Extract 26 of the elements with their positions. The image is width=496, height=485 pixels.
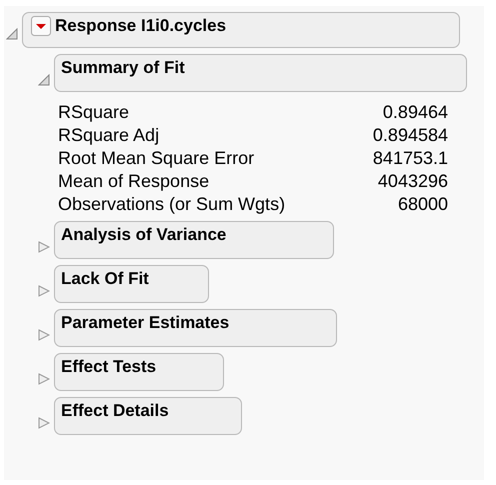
section-header[interactable]: Effect Details [54,397,242,435]
disclosure-icon[interactable] [38,373,50,385]
section-header[interactable]: Summary of Fit [54,54,467,92]
section-header[interactable]: Lack Of Fit [54,265,209,303]
section-header[interactable]: Analysis of Variance [54,221,334,259]
stat-value: 68000 [398,193,448,215]
disclosure-icon[interactable] [38,417,50,429]
stat-value: 0.894584 [372,124,448,146]
stat-value: 0.89464 [382,101,448,123]
menu-icon[interactable] [31,16,51,36]
disclosure-icon[interactable] [38,329,50,341]
stat-value: 841753.1 [372,147,448,169]
disclosure-icon[interactable] [38,74,50,86]
report-title: Response I1i0.cycles [55,16,226,36]
stat-value: 4043296 [378,170,448,192]
stat-label: Mean of Response [58,170,210,192]
disclosure-icon[interactable] [38,241,50,253]
stat-label: Observations (or Sum Wgts) [58,193,286,215]
disclosure-icon[interactable] [6,28,18,40]
stat-label: RSquare Adj [58,124,160,146]
stat-label: RSquare [58,101,130,123]
stat-label: Root Mean Square Error [58,147,256,169]
section-header[interactable]: Effect Tests [54,353,224,391]
section-header[interactable]: Parameter Estimates [54,309,337,347]
report-header[interactable]: Response I1i0.cycles [22,12,460,48]
disclosure-icon[interactable] [38,285,50,297]
